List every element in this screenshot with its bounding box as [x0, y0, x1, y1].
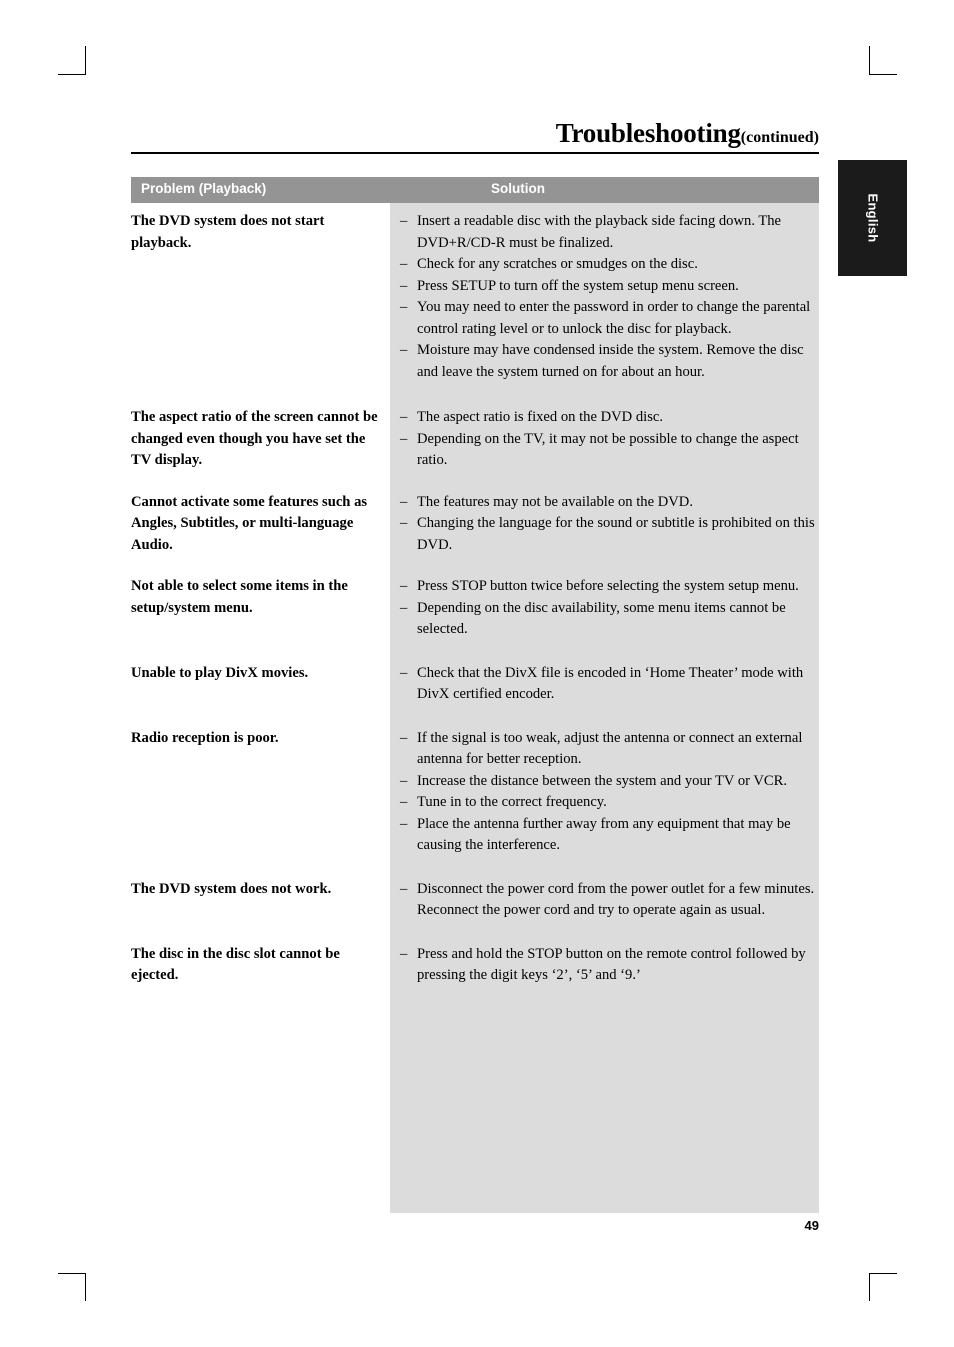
crop-mark-bottom-left-h — [58, 1273, 86, 1274]
dash-icon: – — [400, 277, 408, 294]
solution-item: – Press SETUP to turn off the system setu… — [400, 276, 819, 298]
solution-item: – You may need to enter the password in o… — [400, 297, 819, 340]
dash-icon: – — [400, 664, 408, 681]
crop-mark-top-right-h — [869, 74, 897, 75]
solution-item: – Depending on the TV, it may not be poss… — [400, 429, 819, 472]
problem-cell: Not able to select some items in the set… — [131, 578, 348, 616]
solution-cell: – If the signal is too weak, adjust the a… — [390, 728, 819, 857]
table-row: The DVD system does not start playback. … — [131, 211, 819, 383]
problem-cell: Cannot activate some features such as An… — [131, 493, 368, 553]
solution-text: Press STOP button twice before selecting… — [417, 578, 799, 594]
solution-text: Place the antenna further away from any … — [417, 815, 791, 854]
dash-icon: – — [400, 599, 408, 616]
crop-mark-top-right-v — [869, 46, 870, 74]
page: Troubleshooting(continued) English Probl… — [0, 0, 954, 1347]
solution-item: – Tune in to the correct frequency. — [400, 792, 819, 814]
problem-cell: The aspect ratio of the screen cannot be… — [131, 409, 378, 468]
solution-cell: – Press and hold the STOP button on the r… — [390, 944, 819, 987]
solution-text: Check that the DivX file is encoded in ‘… — [417, 664, 804, 703]
dash-icon: – — [400, 409, 408, 425]
table-row: The DVD system does not work. – Disconnec… — [131, 879, 819, 922]
problem-cell: The DVD system does not start playback. — [131, 213, 325, 251]
solution-cell: – Press STOP button twice before selectin… — [390, 576, 819, 641]
solution-item: – Place the antenna further away from any… — [400, 814, 819, 857]
solution-item: – Changing the language for the sound or … — [400, 513, 819, 556]
dash-icon: – — [400, 880, 408, 897]
dash-icon: – — [400, 772, 408, 789]
solution-text: The aspect ratio is fixed on the DVD dis… — [417, 409, 663, 425]
column-header-problem: Problem (Playback) — [141, 181, 267, 196]
solution-item: – Check that the DivX file is encoded in … — [400, 663, 819, 706]
solution-text: Insert a readable disc with the playback… — [417, 213, 782, 251]
dash-icon: – — [400, 945, 408, 962]
table-row: Not able to select some items in the set… — [131, 576, 819, 641]
solution-text: Disconnect the power cord from the power… — [417, 880, 815, 919]
solution-item: – Press and hold the STOP button on the r… — [400, 944, 819, 987]
page-number: 49 — [804, 1218, 819, 1233]
crop-mark-bottom-right-h — [869, 1273, 897, 1274]
solution-text: Depending on the TV, it may not be possi… — [417, 430, 799, 469]
table-header: Problem (Playback) Solution — [131, 177, 819, 203]
page-title-suffix: (continued) — [740, 129, 819, 146]
dash-icon: – — [400, 578, 408, 594]
solution-cell: – Check that the DivX file is encoded in … — [390, 663, 819, 706]
solution-text: Check for any scratches or smudges on th… — [417, 256, 698, 272]
solution-cell: – Insert a readable disc with the playbac… — [390, 211, 819, 383]
solution-text: Moisture may have condensed inside the s… — [417, 342, 804, 380]
solution-item: – Check for any scratches or smudges on t… — [400, 254, 819, 276]
solution-text: If the signal is too weak, adjust the an… — [417, 729, 803, 768]
page-title: Troubleshooting(continued) — [131, 118, 819, 149]
solution-text: Press and hold the STOP button on the re… — [417, 945, 806, 984]
dash-icon: – — [400, 729, 408, 746]
dash-icon: – — [400, 299, 408, 315]
table-row: The disc in the disc slot cannot be ejec… — [131, 944, 819, 987]
dash-icon: – — [400, 213, 408, 229]
dash-icon: – — [400, 794, 408, 810]
title-divider — [131, 152, 819, 154]
column-header-solution: Solution — [491, 181, 545, 196]
language-tab-label: English — [865, 193, 880, 243]
dash-icon: – — [400, 430, 408, 447]
crop-mark-top-left-v — [85, 46, 86, 74]
solution-item: – The features may not be available on th… — [400, 492, 819, 514]
dash-icon: – — [400, 342, 408, 358]
crop-mark-bottom-right-v — [869, 1273, 870, 1301]
dash-icon: – — [400, 815, 408, 832]
crop-mark-top-left-h — [58, 74, 86, 75]
table-row: Radio reception is poor. – If the signal … — [131, 728, 819, 857]
table-row: Unable to play DivX movies. – Check that … — [131, 663, 819, 706]
solution-text: Increase the distance between the system… — [417, 772, 788, 789]
problem-cell: Unable to play DivX movies. — [131, 664, 309, 681]
solution-cell: – Disconnect the power cord from the powe… — [390, 879, 819, 922]
solution-item: – Depending on the disc availability, som… — [400, 598, 819, 641]
dash-icon: – — [400, 515, 408, 531]
table-row: The aspect ratio of the screen cannot be… — [131, 407, 819, 472]
solution-text: Depending on the disc availability, some… — [417, 599, 786, 638]
solution-text: Changing the language for the sound or s… — [417, 515, 815, 553]
solution-item: – Insert a readable disc with the playbac… — [400, 211, 819, 254]
problem-cell: The disc in the disc slot cannot be ejec… — [131, 945, 340, 984]
solution-item: – The aspect ratio is fixed on the DVD di… — [400, 407, 819, 429]
problem-cell: Radio reception is poor. — [131, 729, 279, 746]
solution-item: – Disconnect the power cord from the powe… — [400, 879, 819, 922]
solution-cell: – The features may not be available on th… — [390, 492, 819, 557]
page-title-text: Troubleshooting — [555, 118, 741, 148]
crop-mark-bottom-left-v — [85, 1273, 86, 1301]
dash-icon: – — [400, 256, 408, 272]
solution-text: The features may not be available on the… — [417, 493, 693, 510]
solution-text: Press SETUP to turn off the system setup… — [417, 277, 739, 294]
solution-text: You may need to enter the password in or… — [417, 299, 811, 337]
language-tab: English — [838, 160, 907, 276]
troubleshooting-table: The DVD system does not start playback. … — [131, 211, 819, 1005]
table-row: Cannot activate some features such as An… — [131, 492, 819, 557]
solution-item: – Increase the distance between the syste… — [400, 771, 819, 793]
solution-cell: – The aspect ratio is fixed on the DVD di… — [390, 407, 819, 472]
solution-item: – Moisture may have condensed inside the … — [400, 340, 819, 383]
solution-item: – Press STOP button twice before selectin… — [400, 576, 819, 598]
solution-item: – If the signal is too weak, adjust the a… — [400, 728, 819, 771]
dash-icon: – — [400, 493, 408, 510]
problem-cell: The DVD system does not work. — [131, 880, 332, 897]
solution-text: Tune in to the correct frequency. — [417, 794, 607, 810]
